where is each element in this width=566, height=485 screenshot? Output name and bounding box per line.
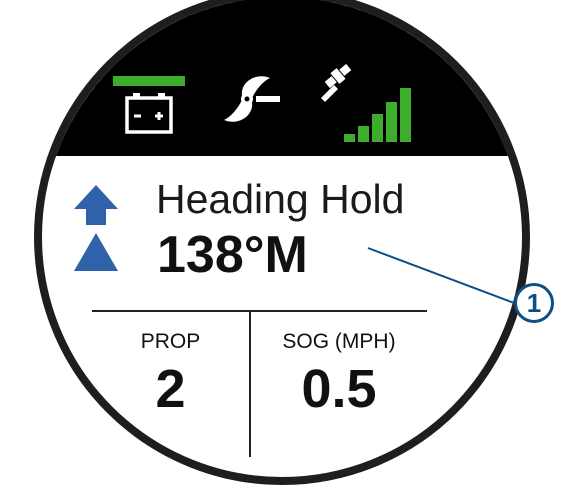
status-bar [42,0,522,156]
callout-marker: 1 [514,283,554,323]
prop-label: PROP [140,330,201,353]
prop-value: 2 [155,359,186,419]
battery-icon [113,76,185,134]
sog-value: 0.5 [301,359,377,419]
sog-label: SOG (MPH) [282,330,396,353]
gps-signal-icon [321,63,411,142]
heading-arrow-icon [74,185,118,271]
watch-face: Heading Hold 138°M PROP 2 SOG (MPH) 0.5 [34,0,530,485]
propeller-icon [224,76,280,122]
divider [92,310,427,312]
heading-value: 138°M [157,226,308,284]
autopilot-mode-label: Heading Hold [156,176,405,222]
